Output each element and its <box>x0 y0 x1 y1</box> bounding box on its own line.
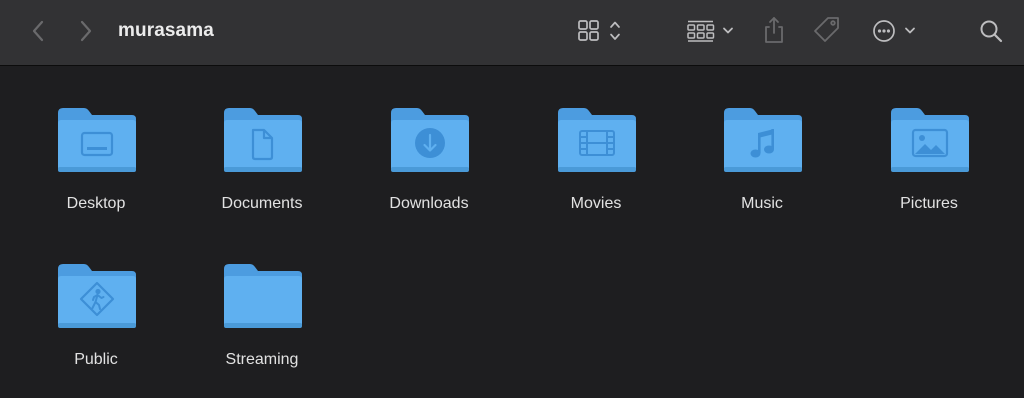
chevron-right-icon <box>80 20 92 42</box>
share-button[interactable] <box>760 14 788 46</box>
music-folder-icon <box>720 105 804 175</box>
forward-button[interactable] <box>74 17 98 45</box>
downloads-folder-icon <box>387 105 471 175</box>
folder-item-desktop[interactable]: Desktop <box>26 67 166 212</box>
folder-label: Documents <box>221 195 303 212</box>
folder-item-music[interactable]: Music <box>692 67 832 212</box>
folder-label: Movies <box>570 195 622 212</box>
desktop-folder-icon <box>54 105 138 175</box>
window-title: murasama <box>118 20 214 41</box>
finder-window: murasama Desktop Documents Downloads Mov… <box>0 0 1024 398</box>
folder-item-pictures[interactable]: Pictures <box>859 67 999 212</box>
movies-folder-icon <box>554 105 638 175</box>
folder-label: Downloads <box>389 195 469 212</box>
folder-label: Desktop <box>66 195 126 212</box>
back-button[interactable] <box>26 17 50 45</box>
icon-grid-view-icon <box>578 20 620 41</box>
share-icon <box>765 17 783 43</box>
folder-label: Music <box>741 195 783 212</box>
tag-button[interactable] <box>812 14 842 46</box>
tag-icon <box>814 17 839 42</box>
folder-label: Public <box>74 351 118 368</box>
documents-folder-icon <box>220 105 304 175</box>
folder-item-downloads[interactable]: Downloads <box>359 67 499 212</box>
group-by-button[interactable] <box>684 16 738 46</box>
folder-item-public[interactable]: Public <box>26 223 166 368</box>
folder-item-streaming[interactable]: Streaming <box>192 223 332 368</box>
public-folder-icon <box>54 261 138 331</box>
pictures-folder-icon <box>887 105 971 175</box>
magnifying-glass-icon <box>980 20 1003 43</box>
folder-icon <box>220 261 304 331</box>
group-by-icon <box>687 20 733 42</box>
chevron-left-icon <box>32 20 44 42</box>
folder-grid: Desktop Documents Downloads Movies Music… <box>0 67 1024 398</box>
view-mode-button[interactable] <box>574 16 626 46</box>
more-actions-button[interactable] <box>868 16 920 46</box>
search-button[interactable] <box>976 16 1006 46</box>
toolbar: murasama <box>0 0 1024 66</box>
folder-label: Streaming <box>225 351 299 368</box>
folder-label: Pictures <box>900 195 958 212</box>
folder-item-movies[interactable]: Movies <box>526 67 666 212</box>
ellipsis-circle-icon <box>873 20 915 42</box>
folder-item-documents[interactable]: Documents <box>192 67 332 212</box>
